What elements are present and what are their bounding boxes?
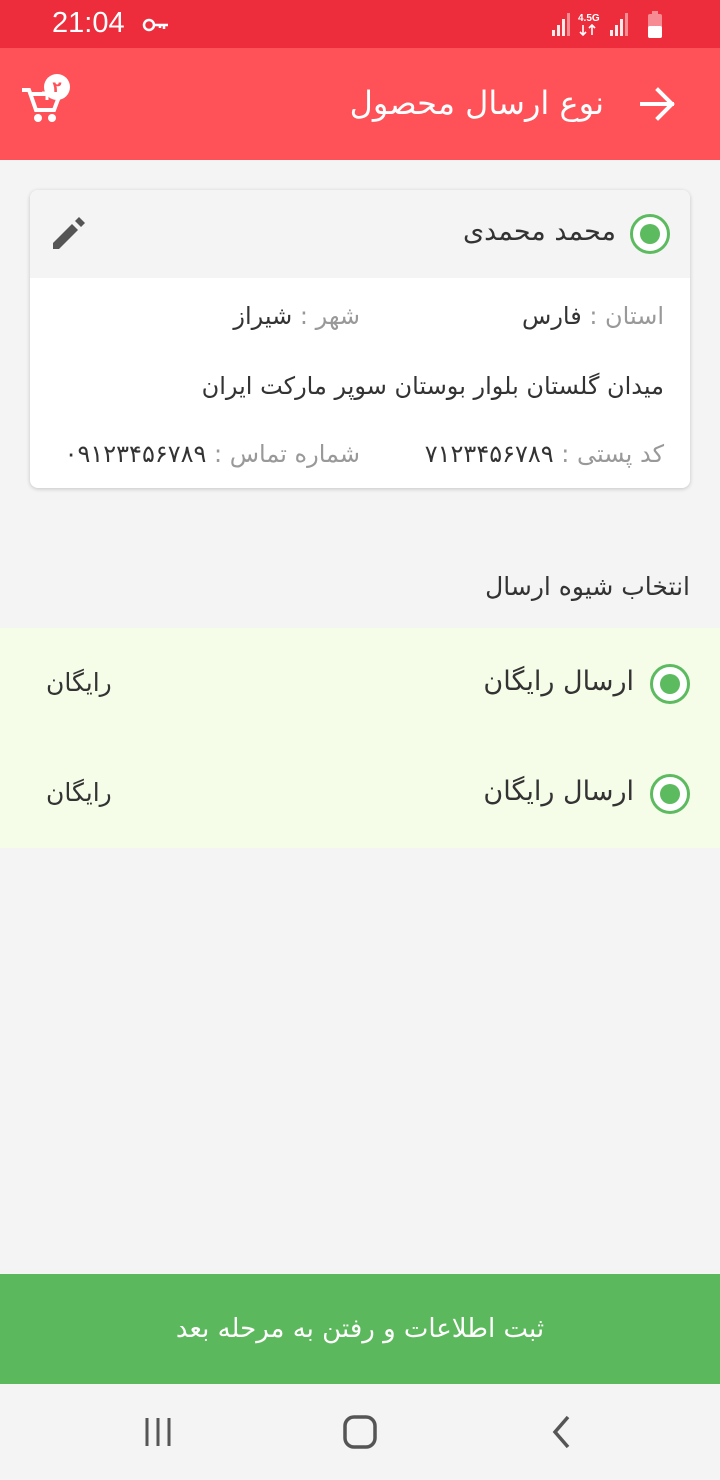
app-bar: نوع ارسال محصول ۲ [0, 48, 720, 160]
phone-label: شماره تماس : [214, 440, 360, 468]
street-address: میدان گلستان بلوار بوستان سوپر مارکت ایر… [201, 372, 664, 400]
address-card-header: محمد محمدی [30, 190, 690, 278]
shipping-option-radio[interactable] [650, 774, 690, 814]
shipping-section-title: انتخاب شیوه ارسال [485, 572, 690, 601]
address-card[interactable]: محمد محمدی استان : فارس شهر : شیراز میدا… [30, 190, 690, 488]
phone-line: شماره تماس : ۰۹۱۲۳۴۵۶۷۸۹ [65, 440, 360, 468]
shipping-option[interactable]: ارسال رایگان رایگان [0, 738, 720, 848]
submit-next-step-button[interactable]: ثبت اطلاعات و رفتن به مرحله بعد [0, 1274, 720, 1384]
province-value: فارس [522, 302, 582, 330]
shipping-option[interactable]: ارسال رایگان رایگان [0, 628, 720, 738]
shipping-option-price: رایگان [46, 668, 112, 697]
status-bar: 21:04 4.5G [0, 0, 720, 48]
key-icon [142, 18, 168, 32]
postal-code-label: کد پستی : [561, 440, 664, 468]
city-value: شیراز [233, 302, 293, 330]
recent-apps-icon[interactable] [138, 1412, 178, 1452]
shipping-option-radio[interactable] [650, 664, 690, 704]
address-radio[interactable] [630, 214, 670, 254]
status-icons: 4.5G [552, 11, 662, 38]
shipping-options-panel: ارسال رایگان رایگان ارسال رایگان رایگان [0, 628, 720, 848]
province-label: استان : [589, 302, 664, 330]
postal-code-value: ۷۱۲۳۴۵۶۷۸۹ [424, 440, 554, 468]
back-icon[interactable] [542, 1412, 582, 1452]
phone-value: ۰۹۱۲۳۴۵۶۷۸۹ [64, 440, 207, 468]
city-label: شهر : [299, 302, 360, 330]
status-time: 21:04 [52, 7, 125, 39]
shipping-option-price: رایگان [46, 778, 112, 807]
home-icon[interactable] [340, 1412, 380, 1452]
battery-icon [648, 11, 662, 38]
network-type: 4.5G [578, 13, 600, 24]
city-line: شهر : شیراز [233, 302, 360, 330]
signal-icon [552, 13, 570, 36]
shipping-option-name: ارسال رایگان [483, 666, 634, 697]
cart-count-badge: ۲ [44, 74, 70, 100]
page-title: نوع ارسال محصول [349, 84, 604, 122]
province-line: استان : فارس [522, 302, 664, 330]
arrow-right-icon[interactable] [638, 84, 678, 124]
system-nav-bar [0, 1384, 720, 1480]
signal-icon [610, 13, 628, 36]
data-arrows-icon [579, 23, 596, 37]
postal-code-line: کد پستی : ۷۱۲۳۴۵۶۷۸۹ [425, 440, 664, 468]
recipient-name: محمد محمدی [462, 216, 616, 247]
shipping-option-name: ارسال رایگان [483, 776, 634, 807]
pencil-icon[interactable] [48, 214, 88, 254]
